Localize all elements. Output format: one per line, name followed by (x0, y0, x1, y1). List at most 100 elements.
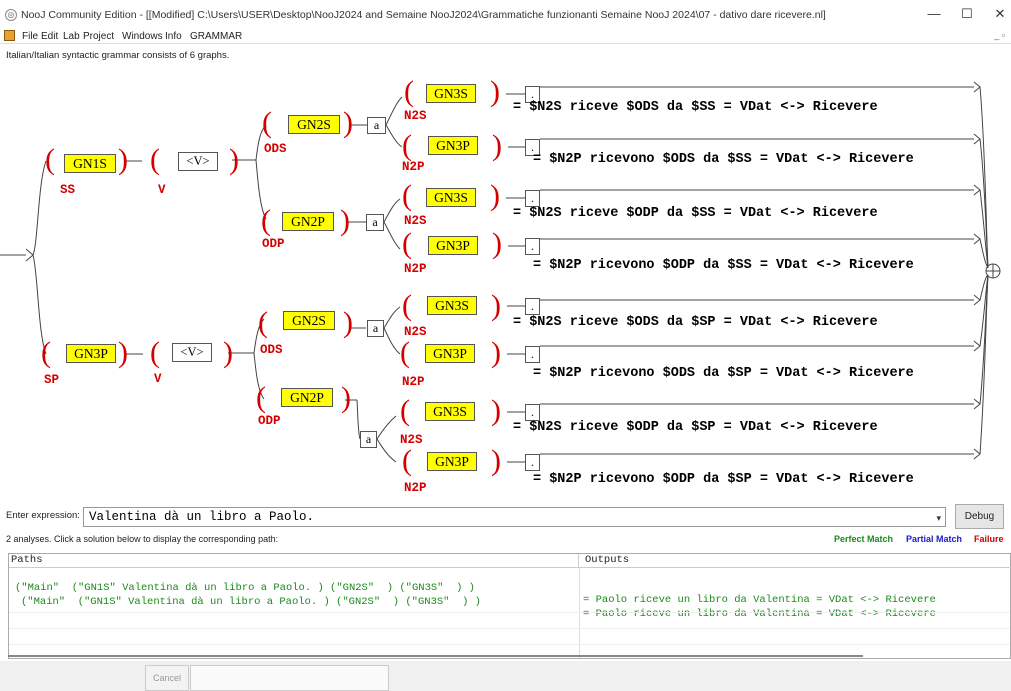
gn2p-node[interactable]: GN2P (282, 212, 334, 231)
var-label-n2s: N2S (404, 109, 427, 123)
paths-column-header[interactable]: Paths (9, 554, 579, 568)
status-field (190, 665, 389, 691)
close-paren: ) (491, 444, 501, 477)
maximize-button[interactable]: ☐ (957, 6, 977, 22)
close-button[interactable]: ✕ (990, 6, 1010, 22)
gn3s-node[interactable]: GN3S (426, 84, 476, 103)
menu-project[interactable]: Project (83, 31, 114, 42)
expression-value[interactable]: Valentina dà un libro a Paolo. (89, 510, 314, 524)
open-paren: ( (400, 336, 410, 369)
a-node[interactable]: a (367, 117, 386, 134)
path-cell[interactable]: ("Main" ("GN1S" Valentina dà un libro a … (21, 596, 481, 608)
dot-node[interactable]: . (525, 190, 540, 207)
var-label-n2p: N2P (402, 375, 425, 389)
chevron-down-icon[interactable]: ▾ (936, 513, 941, 524)
legend-partial-match: Partial Match (906, 534, 963, 544)
dot-node[interactable]: . (525, 298, 540, 315)
gn3s-node[interactable]: GN3S (427, 296, 477, 315)
close-paren: ) (341, 381, 351, 414)
gn3p-node[interactable]: GN3P (66, 344, 116, 363)
menu-bar: File Edit Lab Project Windows Info GRAMM… (0, 28, 1011, 44)
table-row[interactable]: ("Main" ("GN1S" Valentina dà un libro a … (9, 584, 1010, 620)
gn3s-node[interactable]: GN3S (425, 402, 475, 421)
expression-label: Enter expression: (6, 510, 80, 521)
menu-grammar[interactable]: GRAMMAR (190, 31, 242, 42)
gn3p-node[interactable]: GN3P (427, 452, 477, 471)
dot-node[interactable]: . (525, 238, 540, 255)
open-paren: ( (45, 143, 55, 176)
menu-edit[interactable]: Edit (41, 31, 58, 42)
close-paren: ) (492, 129, 502, 162)
open-paren: ( (256, 381, 266, 414)
a-node[interactable]: a (367, 320, 384, 337)
open-paren: ( (150, 336, 160, 369)
output-label: = $N2P ricevono $ODP da $SS = VDat <-> R… (533, 258, 914, 273)
title-bar: ◎ NooJ Community Edition - [[Modified] C… (0, 0, 1011, 28)
gn2s-node[interactable]: GN2S (283, 311, 335, 330)
debug-button[interactable]: Debug (955, 504, 1004, 529)
output-cell[interactable]: = Paolo riceve un libro da Valentina = V… (583, 608, 936, 620)
horizontal-scrollbar[interactable] (8, 655, 863, 657)
open-paren: ( (402, 179, 412, 212)
var-label-odp: ODP (262, 237, 285, 251)
menu-windows[interactable]: Windows (122, 31, 163, 42)
minimize-button[interactable]: — (924, 6, 944, 21)
open-paren: ( (41, 336, 51, 369)
gn2s-node[interactable]: GN2S (288, 115, 340, 134)
var-label-sp: SP (44, 373, 60, 387)
a-node[interactable]: a (366, 214, 384, 231)
output-label: = $N2S riceve $ODP da $SS = VDat <-> Ric… (513, 206, 878, 221)
close-paren: ) (490, 75, 500, 108)
verb-node[interactable]: <V> (178, 152, 218, 171)
var-label-n2p: N2P (404, 481, 427, 495)
menu-info[interactable]: Info (165, 31, 182, 42)
close-paren: ) (340, 204, 350, 237)
cancel-button[interactable]: Cancel (145, 665, 189, 691)
verb-node[interactable]: <V> (172, 343, 212, 362)
open-paren: ( (402, 444, 412, 477)
a-node[interactable]: a (360, 431, 377, 448)
output-label: = $N2S riceve $ODP da $SP = VDat <-> Ric… (513, 420, 878, 435)
close-paren: ) (343, 306, 353, 339)
output-label: = $N2P ricevono $ODS da $SP = VDat <-> R… (533, 366, 914, 381)
output-label: = $N2P ricevono $ODS da $SS = VDat <-> R… (533, 152, 914, 167)
document-icon[interactable] (4, 30, 15, 41)
grammar-graph-canvas[interactable]: ( GN1S ) SS ( <V> ) V ( GN2S ) ODS ( GN2… (0, 63, 1011, 497)
output-label: = $N2P ricevono $ODP da $SP = VDat <-> R… (533, 472, 914, 487)
menu-file[interactable]: File (22, 31, 38, 42)
var-label-ods: ODS (260, 343, 283, 357)
gn3p-node[interactable]: GN3P (428, 136, 478, 155)
gn3s-node[interactable]: GN3S (426, 188, 476, 207)
close-paren: ) (118, 336, 128, 369)
var-label-ss: SS (60, 183, 76, 197)
var-label-n2p: N2P (404, 262, 427, 276)
dot-node[interactable]: . (525, 404, 540, 421)
results-table[interactable]: Paths Outputs ("Main" ("GN1S" Valentina … (8, 553, 1011, 659)
close-paren: ) (492, 227, 502, 260)
menu-lab[interactable]: Lab (63, 31, 80, 42)
close-paren: ) (343, 106, 353, 139)
open-paren: ( (402, 129, 412, 162)
legend-failure: Failure (974, 534, 1004, 544)
outputs-column-header[interactable]: Outputs (579, 554, 1011, 568)
var-label-v: V (158, 183, 166, 197)
expression-input[interactable]: Valentina dà un libro a Paolo. ▾ (83, 507, 946, 527)
open-paren: ( (261, 204, 271, 237)
dot-node[interactable]: . (525, 454, 540, 471)
open-paren: ( (402, 227, 412, 260)
close-paren: ) (491, 394, 501, 427)
gn3p-node[interactable]: GN3P (428, 236, 478, 255)
open-paren: ( (258, 306, 268, 339)
mdi-window-controls[interactable]: _ ▫ (994, 30, 1005, 40)
gn1s-node[interactable]: GN1S (64, 154, 116, 173)
table-row[interactable]: ("Main" ("GN1S" Valentina dà un libro a … (9, 570, 1010, 606)
var-label-n2s: N2S (404, 214, 427, 228)
gn2p-node[interactable]: GN2P (281, 388, 333, 407)
output-label: = $N2S riceve $ODS da $SS = VDat <-> Ric… (513, 100, 878, 115)
gn3p-node[interactable]: GN3P (425, 344, 475, 363)
dot-node[interactable]: . (525, 346, 540, 363)
output-label: = $N2S riceve $ODS da $SP = VDat <-> Ric… (513, 315, 878, 330)
open-paren: ( (400, 394, 410, 427)
legend-perfect-match: Perfect Match (834, 534, 894, 544)
open-paren: ( (262, 106, 272, 139)
